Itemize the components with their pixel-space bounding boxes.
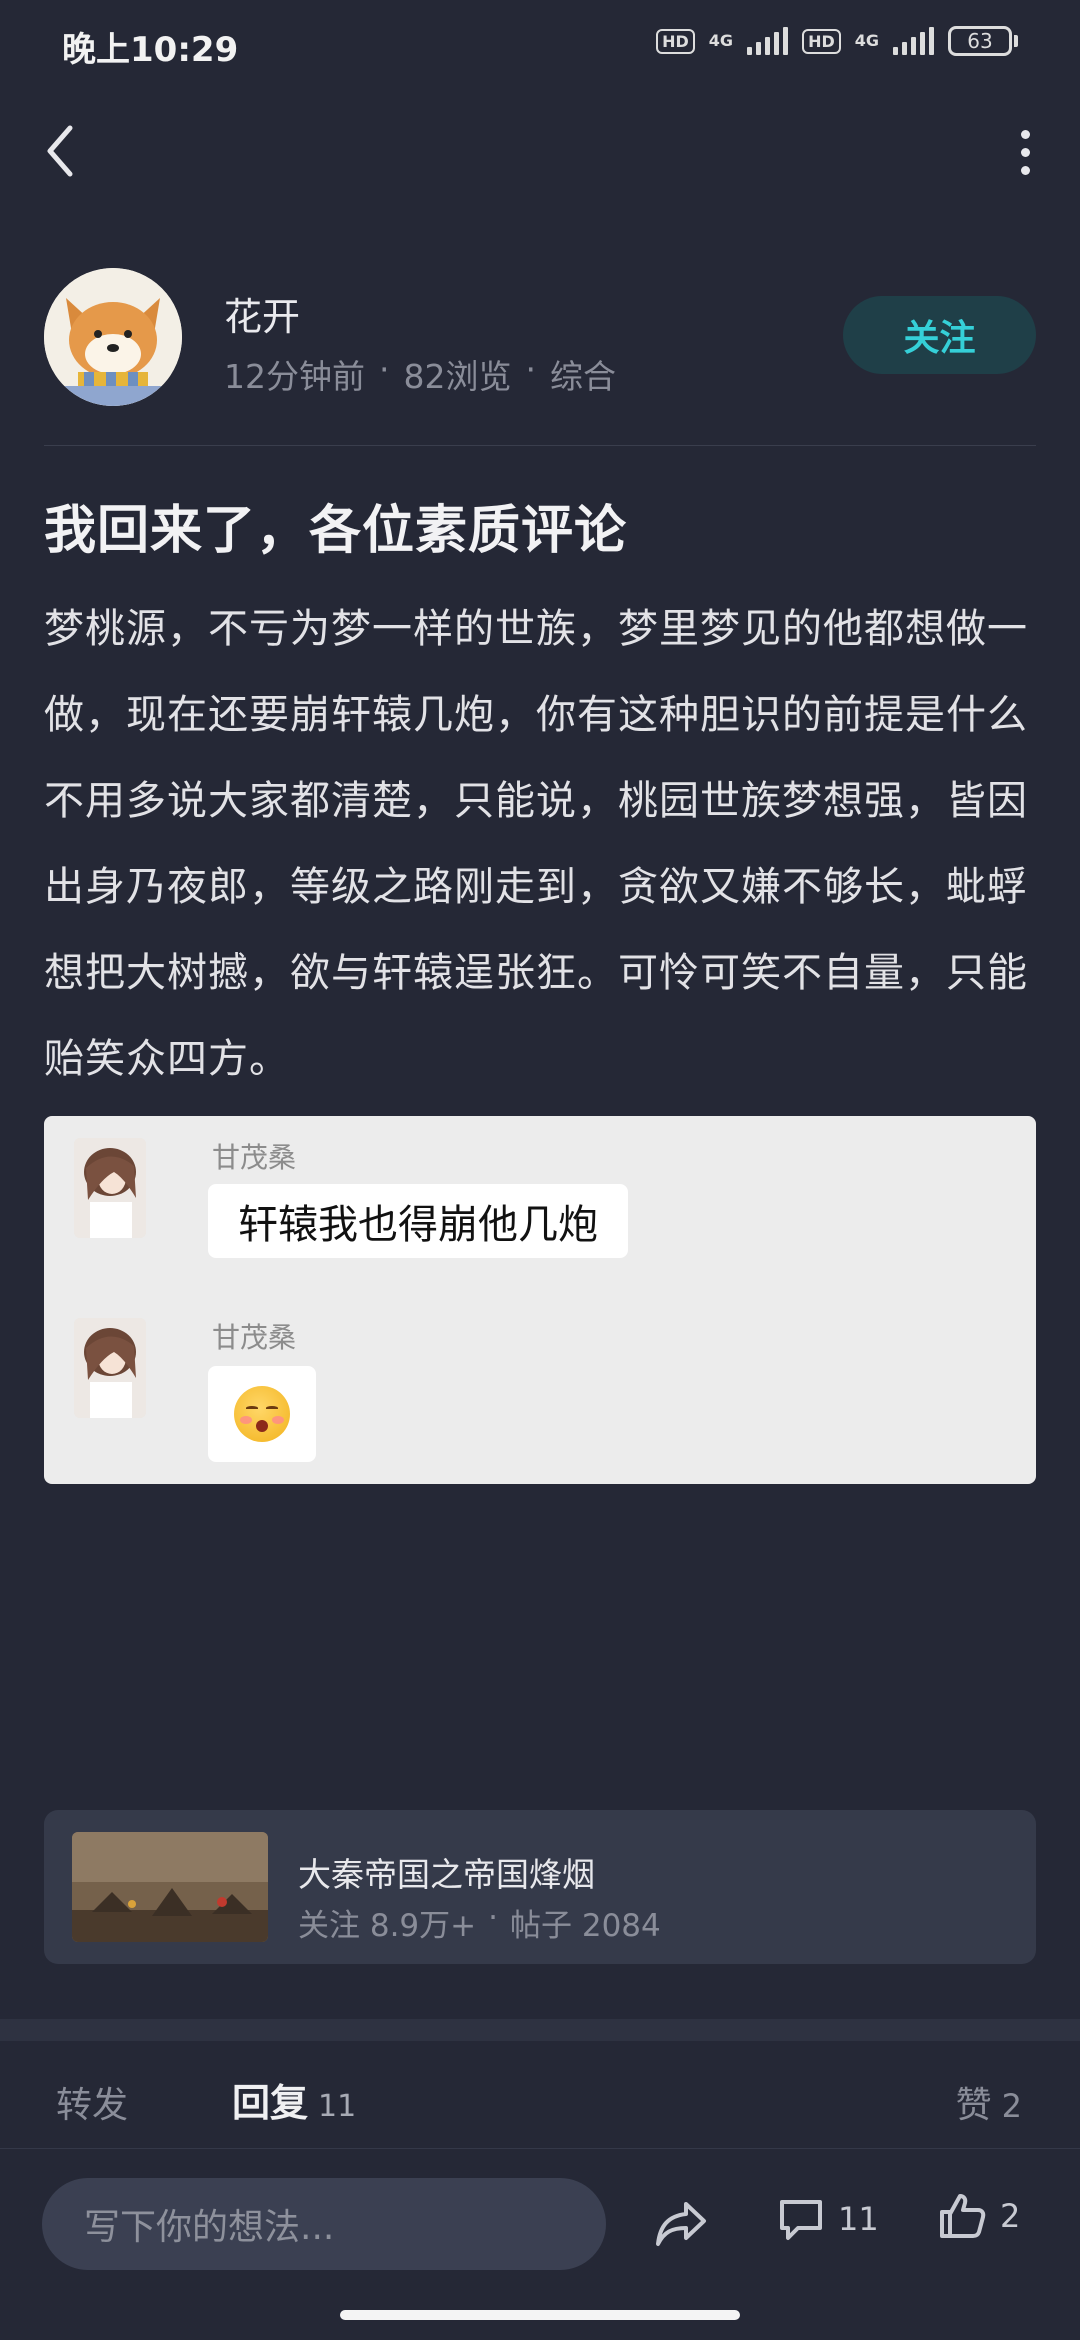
section-separator	[0, 2019, 1080, 2041]
divider	[0, 2148, 1080, 2149]
hd-icon-2: HD	[802, 28, 841, 54]
signal-icon-2	[893, 27, 934, 55]
chat-sender-name: 甘茂桑	[212, 1321, 297, 1354]
follow-button[interactable]: 关注	[843, 296, 1036, 374]
chat-sender-name: 甘茂桑	[212, 1141, 297, 1174]
chat-bubble-emoji	[208, 1366, 316, 1462]
comment-count: 11	[838, 2200, 879, 2238]
flushed-kiss-emoji-icon	[234, 1386, 290, 1442]
topic-separator: ·	[488, 1900, 498, 1936]
topic-name: 大秦帝国之帝国烽烟	[298, 1855, 595, 1894]
post-category[interactable]: 综合	[550, 350, 616, 398]
chevron-left-icon	[47, 125, 73, 177]
battery-level: 63	[948, 26, 1012, 56]
more-vertical-icon	[1020, 129, 1030, 139]
comment-icon	[780, 2200, 822, 2240]
shiba-avatar-icon	[44, 268, 182, 406]
comment-input[interactable]: 写下你的想法...	[42, 2178, 606, 2270]
tab-reply-count: 11	[318, 2089, 357, 2124]
tab-like[interactable]: 赞 2	[956, 2076, 1022, 2128]
meta-separator: ·	[379, 350, 390, 389]
tab-forward[interactable]: 转发	[56, 2076, 128, 2128]
battery-icon: 63	[948, 26, 1018, 56]
more-options-button[interactable]	[1000, 120, 1050, 184]
author-name[interactable]: 花开	[224, 286, 300, 341]
topic-followers: 关注 8.9万+	[298, 1908, 477, 1944]
author-avatar[interactable]	[44, 268, 182, 406]
like-count: 2	[1000, 2197, 1021, 2235]
tab-like-count: 2	[1001, 2087, 1022, 2125]
network-type-label: 4G	[708, 31, 734, 50]
meta-separator: ·	[525, 350, 537, 389]
chat-bubble: 轩辕我也得崩他几炮	[208, 1184, 628, 1258]
topic-card[interactable]: 大秦帝国之帝国烽烟 关注 8.9万+ · 帖子 2084	[44, 1810, 1036, 1964]
view-count: 82浏览	[403, 357, 512, 396]
share-button[interactable]	[652, 2194, 710, 2252]
chat-avatar	[74, 1318, 146, 1418]
comment-button[interactable]: 11	[776, 2194, 879, 2244]
thumbs-up-icon	[940, 2194, 986, 2238]
post-time: 12分钟前	[224, 357, 365, 396]
status-time: 晚上10:29	[62, 30, 239, 70]
chat-avatar	[74, 1138, 146, 1238]
back-button[interactable]	[38, 118, 88, 184]
tab-reply-label: 回复	[232, 2081, 309, 2125]
post-title: 我回来了，各位素质评论	[44, 501, 628, 561]
tab-like-label: 赞	[955, 2085, 992, 2126]
home-indicator[interactable]	[340, 2310, 740, 2320]
hd-icon: HD	[656, 28, 695, 54]
post-body: 梦桃源，不亏为梦一样的世族，梦里梦见的他都想做一做，现在还要崩轩辕几炮，你有这种…	[44, 606, 1028, 1082]
tab-reply[interactable]: 回复 11	[232, 2072, 356, 2127]
divider	[44, 445, 1036, 446]
post-image[interactable]: 甘茂桑 轩辕我也得崩他几炮 甘茂桑	[44, 1116, 1036, 1484]
post-meta: 12分钟前 · 82浏览 · 综合	[224, 350, 616, 398]
signal-icon	[747, 27, 789, 55]
topic-stats: 关注 8.9万+ · 帖子 2084	[298, 1900, 661, 1945]
topic-posts: 帖子 2084	[510, 1908, 661, 1944]
like-button[interactable]: 2	[936, 2190, 1020, 2242]
status-icons: HD 4G HD 4G 63	[656, 26, 1018, 56]
share-icon	[656, 2202, 706, 2246]
network-type-label-2: 4G	[854, 31, 879, 50]
topic-thumbnail	[72, 1832, 268, 1942]
